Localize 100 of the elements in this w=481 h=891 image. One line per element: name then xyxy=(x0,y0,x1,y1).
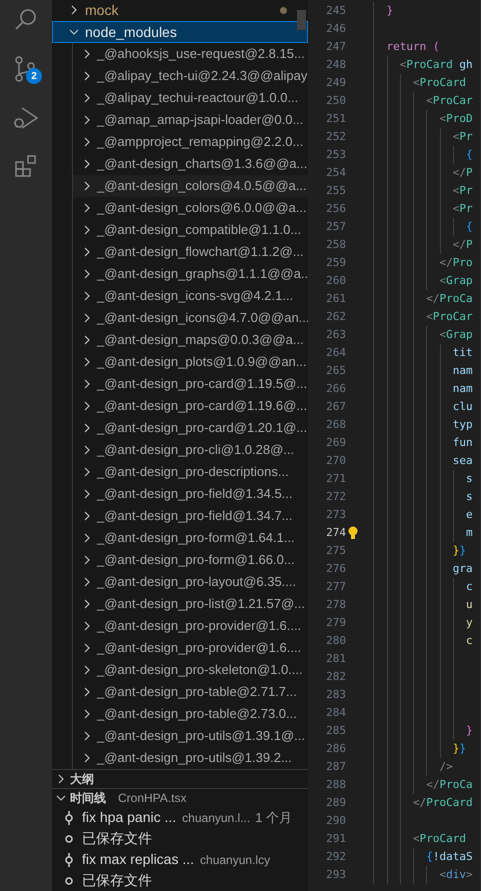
branch-icon[interactable] xyxy=(14,56,36,82)
folder-row[interactable]: _@ant-design_graphs@1.1.1@@a... xyxy=(73,263,308,285)
code-line: </ProCa xyxy=(425,291,473,307)
code-line: /> xyxy=(438,759,453,775)
folder-row[interactable]: _@ant-design_pro-descriptions... xyxy=(73,461,308,483)
folder-row[interactable]: _@ant-design_charts@1.3.6@@a... xyxy=(73,153,308,175)
scrollbar-thumb[interactable] xyxy=(297,10,306,30)
folder-name: _@ant-design_pro-list@1.21.57@... xyxy=(97,595,305,614)
folder-row[interactable]: _@ant-design_pro-skeleton@1.0.... xyxy=(73,659,308,681)
folder-row[interactable]: _@ant-design_pro-card@1.19.5@... xyxy=(73,373,308,395)
timeline-entry[interactable]: 已保存文件 xyxy=(52,828,308,849)
line-number: 260 xyxy=(325,273,346,289)
line-number: 267 xyxy=(325,399,346,415)
code-line: <Grap xyxy=(438,273,473,289)
folder-row[interactable]: _@ant-design_pro-card@1.19.6@... xyxy=(73,395,308,417)
chevron-right-icon xyxy=(82,159,92,169)
line-number: 258 xyxy=(325,237,346,253)
folder-row[interactable]: _@ant-design_pro-layout@6.35.... xyxy=(73,571,308,593)
folder-row[interactable]: _@ant-design_colors@4.0.5@@a... xyxy=(73,175,308,197)
line-number: 265 xyxy=(325,363,346,379)
line-number: 269 xyxy=(325,435,346,451)
folder-name: _@ant-design_pro-field@1.34.7... xyxy=(97,507,293,526)
circle-icon xyxy=(64,876,74,886)
folder-name: _@ant-design_colors@4.0.5@@a... xyxy=(97,177,307,196)
folder-row[interactable]: _@ant-design_pro-utils@1.39.1@... xyxy=(73,725,308,747)
folder-row[interactable]: _@ant-design_pro-cli@1.0.28@... xyxy=(73,439,308,461)
code-line: <Pr xyxy=(452,201,473,217)
folder-row[interactable]: _@ant-design_colors@6.0.0@@a... xyxy=(73,197,308,219)
line-number: 248 xyxy=(325,57,346,73)
search-icon[interactable] xyxy=(14,8,38,32)
line-number: 275 xyxy=(325,543,346,559)
folder-row[interactable]: _@amap_amap-jsapi-loader@0.0... xyxy=(73,109,308,131)
chevron-down-icon xyxy=(69,27,79,37)
chevron-right-icon xyxy=(56,774,66,784)
line-number: 282 xyxy=(325,669,346,685)
chevron-right-icon xyxy=(82,181,92,191)
folder-row[interactable]: _@alipay_techui-reactour@1.0.0... xyxy=(73,87,308,109)
code-line: <ProD xyxy=(438,111,473,127)
folder-row[interactable]: _@ampproject_remapping@2.2.0... xyxy=(73,131,308,153)
line-number: 276 xyxy=(325,561,346,577)
line-number: 283 xyxy=(325,687,346,703)
line-number: 286 xyxy=(325,741,346,757)
folder-name: _@amap_amap-jsapi-loader@0.0... xyxy=(97,111,304,130)
chevron-right-icon xyxy=(82,247,92,257)
folder-row[interactable]: _@ant-design_pro-provider@1.6.... xyxy=(73,615,308,637)
line-number: 245 xyxy=(325,3,346,19)
folder-row[interactable]: _@alipay_tech-ui@2.24.3@@alipay xyxy=(73,65,308,87)
chevron-right-icon xyxy=(82,731,92,741)
timeline-entry[interactable]: fix max replicas ... chuanyun.lcy xyxy=(52,849,308,870)
chevron-right-icon xyxy=(82,225,92,235)
line-number: 256 xyxy=(325,201,346,217)
code-line: nam xyxy=(452,363,473,379)
folder-row[interactable]: _@ant-design_pro-table@2.73.0... xyxy=(73,703,308,725)
code-line: clu xyxy=(452,399,473,415)
section-title: 时间线 xyxy=(70,790,106,807)
folder-row[interactable]: _@ant-design_pro-field@1.34.5... xyxy=(73,483,308,505)
folder-name: _@ant-design_pro-utils@1.39.1@... xyxy=(97,727,305,746)
chevron-right-icon xyxy=(82,379,92,389)
folder-row[interactable]: _@ant-design_pro-table@2.71.7... xyxy=(73,681,308,703)
folder-row[interactable]: _@ant-design_flowchart@1.1.2@... xyxy=(73,241,308,263)
line-number: 278 xyxy=(325,597,346,613)
folder-name: _@ant-design_pro-form@1.64.1... xyxy=(97,529,295,548)
folder-row[interactable]: mock xyxy=(52,0,308,21)
entry-title: fix max replicas ... xyxy=(82,850,194,869)
run-debug-icon[interactable] xyxy=(13,106,39,130)
line-number: 268 xyxy=(325,417,346,433)
line-number: 281 xyxy=(325,651,346,667)
line-number: 246 xyxy=(325,21,346,37)
outline-header[interactable]: 大纲 xyxy=(52,769,308,788)
folder-row[interactable]: _@ant-design_pro-card@1.20.1@... xyxy=(73,417,308,439)
folder-row[interactable]: _@ant-design_maps@0.0.3@@a... xyxy=(73,329,308,351)
extensions-icon[interactable] xyxy=(14,154,38,178)
chevron-right-icon xyxy=(82,115,92,125)
code-line: tit xyxy=(452,345,473,361)
folder-row[interactable]: _@ant-design_plots@1.0.9@@an... xyxy=(73,351,308,373)
folder-row[interactable]: _@ant-design_icons@4.7.0@@an... xyxy=(73,307,308,329)
folder-name: _@alipay_techui-reactour@1.0.0... xyxy=(97,89,298,108)
chevron-right-icon xyxy=(82,93,92,103)
folder-row[interactable]: _@ant-design_icons-svg@4.2.1... xyxy=(73,285,308,307)
folder-name: node_modules xyxy=(85,22,177,42)
lightbulb-icon[interactable] xyxy=(348,526,358,540)
folder-row[interactable]: _@ahooksjs_use-request@2.8.15... xyxy=(73,43,308,65)
folder-row[interactable]: _@ant-design_pro-list@1.21.57@... xyxy=(73,593,308,615)
folder-row[interactable]: _@ant-design_pro-form@1.66.0... xyxy=(73,549,308,571)
chevron-right-icon xyxy=(82,335,92,345)
timeline-entry[interactable]: 已保存文件 xyxy=(52,870,308,891)
folder-row[interactable]: _@ant-design_pro-utils@1.39.2... xyxy=(73,747,308,769)
line-number: 264 xyxy=(325,345,346,361)
folder-row[interactable]: _@ant-design_compatible@1.1.0... xyxy=(73,219,308,241)
code-line: return ( xyxy=(385,39,440,55)
line-number: 289 xyxy=(325,795,346,811)
folder-row[interactable]: node_modules xyxy=(52,21,308,43)
code-line: <Pr xyxy=(452,183,473,199)
timeline-entry[interactable]: fix hpa panic ... chuanyun.l... 1 个月 xyxy=(52,807,308,828)
folder-row[interactable]: _@ant-design_pro-provider@1.6.... xyxy=(73,637,308,659)
folder-row[interactable]: _@ant-design_pro-field@1.34.7... xyxy=(73,505,308,527)
folder-name: _@ant-design_pro-table@2.71.7... xyxy=(97,683,297,702)
code-line: </P xyxy=(452,237,473,253)
folder-row[interactable]: _@ant-design_pro-form@1.64.1... xyxy=(73,527,308,549)
timeline-header[interactable]: 时间线 CronHPA.tsx xyxy=(52,788,308,807)
